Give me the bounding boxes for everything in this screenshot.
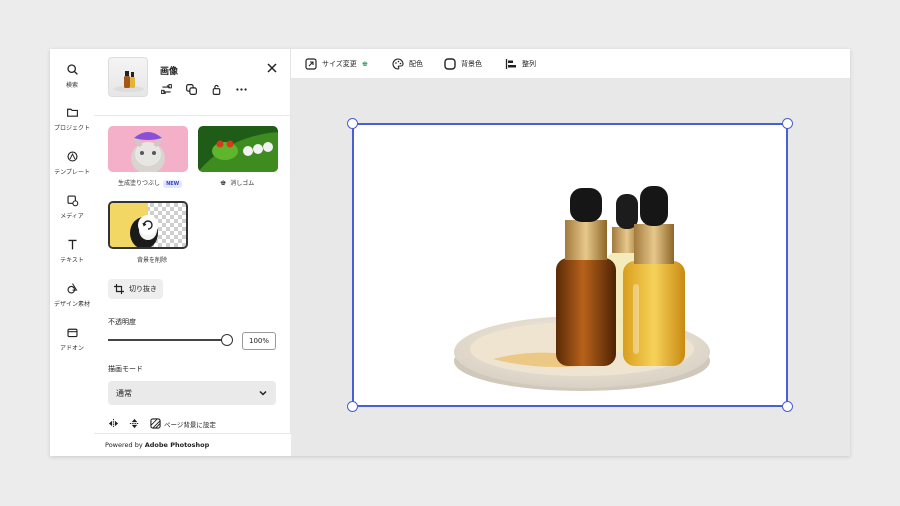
resize-handle-top-left[interactable]: [347, 118, 358, 129]
duplicate-icon[interactable]: [185, 83, 198, 96]
blend-mode-value: 通常: [116, 388, 132, 398]
frog-image: [198, 126, 278, 172]
background-color-icon: [444, 58, 456, 70]
resize-handle-bottom-right[interactable]: [782, 401, 793, 412]
align-icon: [505, 59, 516, 69]
align-label: 整列: [522, 60, 536, 68]
serum-bottles-image[interactable]: [353, 124, 788, 406]
remove-bg-preview: [110, 203, 186, 247]
rail-label: メディア: [60, 213, 84, 220]
close-icon[interactable]: [266, 62, 278, 74]
rail-label: デザイン素材: [53, 301, 90, 308]
new-badge: NEW: [163, 180, 183, 188]
image-panel: 画像 生成塗りつぶし NEW ♚ 消しゴム 背景を削除 切り抜き 不透明度 10…: [94, 49, 291, 456]
rail-item-text[interactable]: テキスト: [50, 238, 94, 264]
rail-label: プロジェクト: [53, 125, 90, 132]
text-icon: [67, 239, 77, 250]
align-button[interactable]: 整列: [505, 58, 536, 70]
set-as-page-background-button[interactable]: ページ背景に設定: [150, 418, 216, 429]
panel-divider: [94, 115, 291, 116]
rail-item-templates[interactable]: テンプレート: [50, 150, 94, 176]
folder-icon: [66, 108, 78, 117]
image-thumbnail: [108, 57, 148, 97]
powered-by-brand: Adobe Photoshop: [144, 441, 210, 449]
cat-image: [108, 126, 188, 172]
remove-background-label: 背景を削除: [137, 257, 168, 264]
resize-icon: [305, 58, 317, 70]
panel-title: 画像: [160, 67, 179, 77]
rail-item-search[interactable]: 検索: [50, 63, 94, 89]
opacity-value-field[interactable]: 100%: [242, 332, 276, 350]
palette-icon: [392, 58, 404, 70]
rail-item-projects[interactable]: プロジェクト: [50, 106, 94, 132]
resize-handle-top-right[interactable]: [782, 118, 793, 129]
crown-icon: ♚: [220, 178, 227, 187]
flip-horizontal-icon[interactable]: [108, 418, 119, 429]
search-icon: [66, 64, 78, 75]
media-icon: [66, 195, 78, 207]
color-scheme-label: 配色: [409, 60, 423, 68]
rail-label: 検索: [65, 82, 78, 89]
generative-fill-caption: 生成塗りつぶし NEW: [118, 178, 183, 188]
rail-label: テキスト: [60, 257, 84, 264]
page-background-icon: [150, 418, 161, 429]
flip-vertical-icon[interactable]: [129, 418, 140, 429]
powered-by-prefix: Powered by: [105, 441, 145, 449]
blend-mode-label: 描画モード: [108, 364, 143, 374]
design-assets-icon: [66, 283, 78, 294]
opacity-slider-track[interactable]: [108, 339, 226, 341]
crop-icon: [114, 284, 124, 294]
background-color-button[interactable]: 背景色: [444, 58, 482, 70]
set-as-page-background-label: ページ背景に設定: [164, 420, 216, 429]
generative-fill-card[interactable]: [108, 126, 188, 172]
resize-label: サイズ変更: [322, 60, 357, 68]
artboard[interactable]: [353, 124, 788, 406]
crop-button[interactable]: 切り抜き: [108, 279, 163, 299]
rail-label: アドオン: [59, 345, 84, 352]
addon-icon: [66, 328, 78, 338]
left-rail: 検索 プロジェクト テンプレート メディア テキスト デザイン素材 アドオン: [50, 49, 94, 456]
lock-icon[interactable]: [210, 83, 223, 96]
opacity-label: 不透明度: [108, 318, 136, 326]
rail-item-media[interactable]: メディア: [50, 194, 94, 220]
resize-button[interactable]: サイズ変更 ♚: [305, 58, 368, 70]
rail-label: テンプレート: [54, 169, 90, 176]
eraser-label: 消しゴム: [230, 180, 255, 187]
chevron-down-icon: [259, 390, 267, 396]
template-icon: [66, 151, 78, 162]
blend-mode-select[interactable]: 通常: [108, 381, 276, 405]
eraser-card[interactable]: [198, 126, 278, 172]
rail-item-addons[interactable]: アドオン: [50, 326, 94, 352]
opacity-slider-knob[interactable]: [221, 334, 233, 346]
generative-fill-label: 生成塗りつぶし: [118, 180, 161, 187]
powered-by-footer: Powered by Adobe Photoshop: [94, 433, 291, 456]
rail-item-design-assets[interactable]: デザイン素材: [50, 282, 94, 308]
resize-handle-bottom-left[interactable]: [347, 401, 358, 412]
crop-label: 切り抜き: [129, 285, 157, 293]
top-toolbar: サイズ変更 ♚ 配色 背景色 整列: [291, 49, 850, 79]
premium-crown-icon: ♚: [361, 60, 369, 68]
eraser-caption: ♚ 消しゴム: [220, 178, 255, 188]
bottom-tool-row: ページ背景に設定: [108, 418, 216, 429]
more-icon[interactable]: [235, 83, 248, 96]
image-tool-row: [160, 83, 248, 96]
color-scheme-button[interactable]: 配色: [392, 58, 423, 70]
blend-mode-text: 描画モード: [108, 365, 143, 373]
remove-background-card[interactable]: [108, 201, 188, 249]
replace-icon[interactable]: [160, 83, 173, 96]
background-color-label: 背景色: [461, 60, 482, 68]
